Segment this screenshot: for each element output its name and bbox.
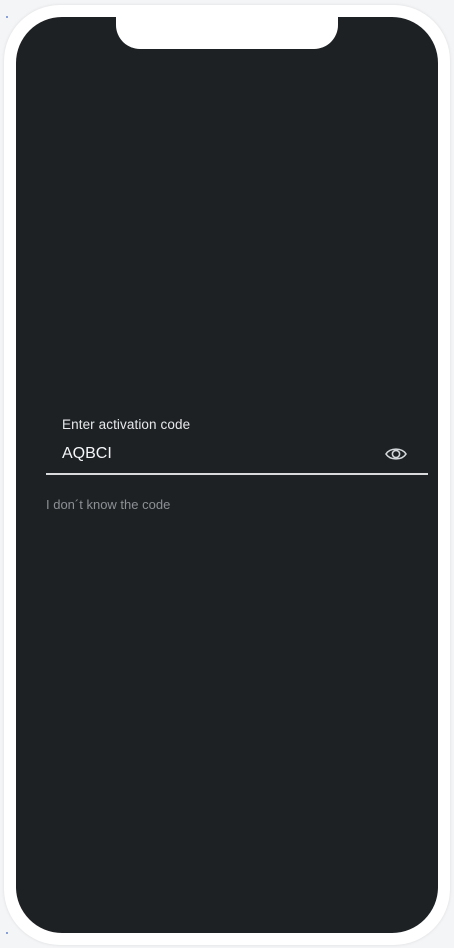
corner-marker-top (6, 16, 8, 18)
corner-marker-bottom (6, 932, 8, 934)
app-screen: Enter activation code I don´t know the c… (16, 17, 438, 933)
eye-icon[interactable] (384, 445, 408, 463)
activation-code-input[interactable] (62, 445, 362, 463)
phone-notch (116, 17, 338, 49)
input-underline (46, 473, 428, 475)
activation-code-label: Enter activation code (62, 417, 191, 432)
phone-frame: Enter activation code I don´t know the c… (4, 5, 450, 945)
unknown-code-link[interactable]: I don´t know the code (46, 497, 170, 512)
